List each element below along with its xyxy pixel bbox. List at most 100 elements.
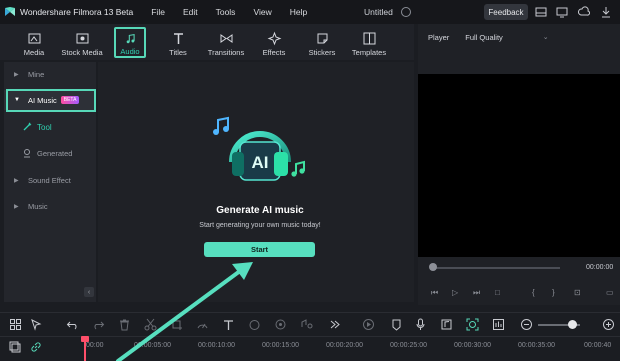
sidebar-item-label: Sound Effect xyxy=(28,175,71,185)
undo-icon[interactable] xyxy=(66,318,79,331)
playhead-handle[interactable] xyxy=(81,336,89,342)
redo-icon[interactable] xyxy=(92,318,105,331)
microphone-icon[interactable] xyxy=(414,318,427,331)
player-header: Player Full Quality ⌄ xyxy=(418,24,620,50)
chevron-down-icon[interactable]: ⌄ xyxy=(543,33,549,41)
marker-icon[interactable] xyxy=(390,318,403,331)
sidebar-item-label: Tool xyxy=(37,122,52,132)
delete-icon[interactable] xyxy=(118,318,131,331)
zoom-out-icon[interactable] xyxy=(520,318,533,331)
sidebar-item-label: Generated xyxy=(37,148,73,158)
chevron-right-icon: ▶ xyxy=(14,203,19,210)
app-title: Wondershare Filmora 13 Beta xyxy=(20,7,134,17)
ruler-tick: 00:00:35:00 xyxy=(518,342,555,349)
effects-icon xyxy=(267,31,281,46)
more-tools-icon[interactable] xyxy=(328,318,341,331)
monitor-icon[interactable] xyxy=(556,6,568,18)
menu-help[interactable]: Help xyxy=(290,7,307,17)
tab-templates[interactable]: Templates xyxy=(348,27,390,58)
tab-label: Templates xyxy=(351,48,387,57)
media-toolbar: Media Stock Media Audio Titles Transitio… xyxy=(0,24,414,60)
tab-label: Audio xyxy=(120,47,140,56)
zoom-slider-handle[interactable] xyxy=(568,320,577,329)
tab-label: Stock Media xyxy=(61,48,103,57)
menu-view[interactable]: View xyxy=(253,7,271,17)
ruler-tick: 00:00:25:00 xyxy=(390,342,427,349)
auto-beat-icon[interactable] xyxy=(492,318,505,331)
save-status-icon xyxy=(401,7,411,17)
play-icon[interactable]: ▷ xyxy=(452,288,458,297)
tab-titles[interactable]: Titles xyxy=(162,27,194,58)
sidebar-item-label: Music xyxy=(28,201,48,211)
tab-stickers[interactable]: Stickers xyxy=(304,27,340,58)
mark-out-icon[interactable]: } xyxy=(552,288,555,297)
ai-text: AI xyxy=(252,153,269,172)
media-icon xyxy=(28,33,40,44)
tab-audio[interactable]: Audio xyxy=(114,27,146,58)
ai-portrait-icon[interactable] xyxy=(466,318,479,331)
tab-effects[interactable]: Effects xyxy=(256,27,292,58)
chevron-right-icon: ▶ xyxy=(14,71,19,78)
tab-label: Media xyxy=(23,48,45,57)
audio-edit-icon[interactable] xyxy=(300,318,313,331)
wand-icon xyxy=(23,122,32,131)
chevron-right-icon: ▶ xyxy=(14,177,19,184)
tab-stock-media[interactable]: Stock Media xyxy=(58,27,106,58)
player-label: Player xyxy=(428,32,450,42)
sidebar-subitem-generated[interactable]: Generated xyxy=(22,148,72,158)
stickers-icon xyxy=(317,33,327,44)
menu-tools[interactable]: Tools xyxy=(216,7,236,17)
scrub-handle[interactable] xyxy=(429,263,437,271)
start-button[interactable]: Start xyxy=(204,242,315,257)
feedback-button[interactable]: Feedback xyxy=(484,4,528,20)
tab-label: Titles xyxy=(169,48,187,57)
text-tool-icon[interactable] xyxy=(222,318,235,331)
sidebar-item-label: Mine xyxy=(28,69,45,79)
timer-icon[interactable] xyxy=(248,318,261,331)
ai-headphones-illustration: AI xyxy=(213,116,305,181)
menu-edit[interactable]: Edit xyxy=(183,7,198,17)
stock-media-icon xyxy=(76,33,88,44)
tab-media[interactable]: Media xyxy=(14,27,54,58)
sidebar-item-sound-effect[interactable]: ▶ Sound Effect xyxy=(4,170,96,190)
ruler-tick: 00:00:15:00 xyxy=(262,342,299,349)
download-icon[interactable] xyxy=(600,6,612,18)
ruler-tick: 00:00:30:00 xyxy=(454,342,491,349)
mark-in-icon[interactable]: { xyxy=(532,288,535,297)
next-frame-icon[interactable]: ⏭ xyxy=(473,288,480,298)
timeline-ruler[interactable]: 00:00 00:00:05:00 00:00:10:00 00:00:15:0… xyxy=(0,336,620,361)
zoom-in-icon[interactable] xyxy=(602,318,615,331)
music-note-icon xyxy=(126,33,135,44)
cloud-upload-icon[interactable] xyxy=(578,6,590,18)
collapse-sidebar-button[interactable]: ‹ xyxy=(84,287,94,297)
player-panel: Player Full Quality ⌄ xyxy=(418,24,620,305)
layout-icon[interactable] xyxy=(535,6,547,18)
cut-icon[interactable] xyxy=(144,318,157,331)
crop-icon[interactable] xyxy=(170,318,183,331)
prev-frame-icon[interactable]: ⏮ xyxy=(431,288,438,298)
titles-icon xyxy=(173,33,183,44)
select-tool-icon[interactable] xyxy=(30,318,43,331)
stop-icon[interactable]: □ xyxy=(495,288,500,297)
quality-select[interactable]: Full Quality xyxy=(465,33,503,42)
link-icon[interactable] xyxy=(30,341,42,353)
sidebar-item-music[interactable]: ▶ Music xyxy=(4,196,96,216)
generate-subheading: Start generating your own music today! xyxy=(199,222,321,229)
render-preview-icon[interactable] xyxy=(362,318,375,331)
color-icon[interactable] xyxy=(274,318,287,331)
menu-file[interactable]: File xyxy=(151,7,165,17)
snapshot-icon[interactable]: ⊡ xyxy=(574,288,581,297)
speed-icon[interactable] xyxy=(196,318,209,331)
scrub-bar[interactable] xyxy=(430,267,560,269)
add-track-icon[interactable] xyxy=(9,341,21,353)
tab-transitions[interactable]: Transitions xyxy=(204,27,248,58)
sidebar-subitem-tool[interactable]: Tool xyxy=(22,122,52,132)
grid-icon[interactable] xyxy=(9,318,22,331)
sidebar-item-mine[interactable]: ▶ Mine xyxy=(4,64,96,84)
filmora-logo-icon xyxy=(5,7,15,16)
ruler-tick: 00:00:10:00 xyxy=(198,342,235,349)
audio-track-icon[interactable] xyxy=(440,318,453,331)
ruler-tick: 00:00:40 xyxy=(584,342,612,349)
fullscreen-icon[interactable]: ▭ xyxy=(606,288,614,297)
tab-label: Transitions xyxy=(207,48,245,57)
